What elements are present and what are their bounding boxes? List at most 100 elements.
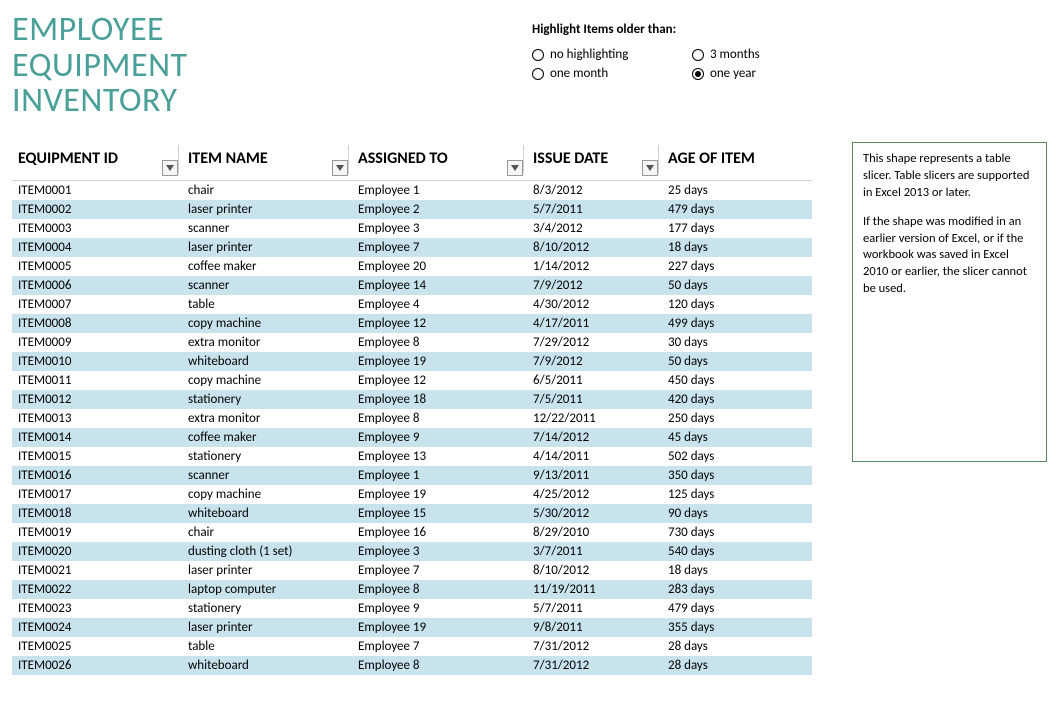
slicer-text-1: This shape represents a table slicer. Ta…	[863, 151, 1036, 202]
cell-name: laser printer	[182, 618, 352, 637]
table-row[interactable]: ITEM0023stationeryEmployee 95/7/2011479 …	[12, 599, 812, 618]
cell-name: whiteboard	[182, 504, 352, 523]
table-row[interactable]: ITEM0007tableEmployee 44/30/2012120 days	[12, 295, 812, 314]
cell-date: 8/3/2012	[527, 181, 662, 201]
cell-age: 502 days	[662, 447, 812, 466]
header-text: ISSUE DATE	[533, 149, 608, 168]
radio-icon	[692, 68, 704, 80]
table-row[interactable]: ITEM0005coffee makerEmployee 201/14/2012…	[12, 257, 812, 276]
cell-name: scanner	[182, 276, 352, 295]
table-row[interactable]: ITEM0022laptop computerEmployee 811/19/2…	[12, 580, 812, 599]
cell-id: ITEM0022	[12, 580, 182, 599]
cell-assigned: Employee 8	[352, 580, 527, 599]
cell-age: 355 days	[662, 618, 812, 637]
cell-date: 4/14/2011	[527, 447, 662, 466]
table-row[interactable]: ITEM0003scannerEmployee 33/4/2012177 day…	[12, 219, 812, 238]
table-row[interactable]: ITEM0001chairEmployee 18/3/201225 days	[12, 181, 812, 201]
inventory-table: EQUIPMENT ID ITEM NAME ASSIGNED TO	[12, 139, 812, 675]
cell-date: 7/31/2012	[527, 637, 662, 656]
table-row[interactable]: ITEM0017copy machineEmployee 194/25/2012…	[12, 485, 812, 504]
cell-date: 7/5/2011	[527, 390, 662, 409]
cell-age: 479 days	[662, 599, 812, 618]
table-row[interactable]: ITEM0026whiteboardEmployee 87/31/201228 …	[12, 656, 812, 675]
filter-button-date[interactable]	[642, 160, 658, 176]
cell-date: 7/31/2012	[527, 656, 662, 675]
table-row[interactable]: ITEM0014coffee makerEmployee 97/14/20124…	[12, 428, 812, 447]
cell-assigned: Employee 3	[352, 219, 527, 238]
cell-age: 50 days	[662, 276, 812, 295]
cell-assigned: Employee 12	[352, 371, 527, 390]
cell-assigned: Employee 1	[352, 466, 527, 485]
cell-age: 120 days	[662, 295, 812, 314]
radio-no-highlighting[interactable]: no highlighting	[532, 47, 682, 62]
cell-date: 4/17/2011	[527, 314, 662, 333]
table-row[interactable]: ITEM0018whiteboardEmployee 155/30/201290…	[12, 504, 812, 523]
radio-one-year[interactable]: one year	[692, 66, 842, 81]
radio-one-month[interactable]: one month	[532, 66, 682, 81]
cell-name: copy machine	[182, 371, 352, 390]
cell-assigned: Employee 7	[352, 561, 527, 580]
title-line-3: INVENTORY	[12, 80, 178, 121]
cell-id: ITEM0006	[12, 276, 182, 295]
cell-name: stationery	[182, 390, 352, 409]
table-row[interactable]: ITEM0016scannerEmployee 19/13/2011350 da…	[12, 466, 812, 485]
header-text: AGE OF ITEM	[668, 149, 755, 168]
col-header-id: EQUIPMENT ID	[12, 139, 182, 181]
cell-name: stationery	[182, 599, 352, 618]
cell-name: laptop computer	[182, 580, 352, 599]
table-row[interactable]: ITEM0004laser printerEmployee 78/10/2012…	[12, 238, 812, 257]
filter-button-name[interactable]	[332, 160, 348, 176]
cell-name: coffee maker	[182, 428, 352, 447]
table-row[interactable]: ITEM0019chairEmployee 168/29/2010730 day…	[12, 523, 812, 542]
cell-date: 4/30/2012	[527, 295, 662, 314]
cell-date: 8/29/2010	[527, 523, 662, 542]
table-row[interactable]: ITEM0024laser printerEmployee 199/8/2011…	[12, 618, 812, 637]
radio-3-months[interactable]: 3 months	[692, 47, 842, 62]
table-row[interactable]: ITEM0010whiteboardEmployee 197/9/201250 …	[12, 352, 812, 371]
filter-button-assigned[interactable]	[507, 160, 523, 176]
cell-age: 28 days	[662, 637, 812, 656]
cell-date: 5/30/2012	[527, 504, 662, 523]
cell-assigned: Employee 2	[352, 200, 527, 219]
radio-label: 3 months	[710, 47, 760, 62]
cell-date: 7/9/2012	[527, 352, 662, 371]
cell-assigned: Employee 7	[352, 238, 527, 257]
highlight-label: Highlight Items older than:	[532, 22, 842, 37]
header-text: EQUIPMENT ID	[18, 149, 118, 168]
cell-assigned: Employee 19	[352, 352, 527, 371]
cell-date: 4/25/2012	[527, 485, 662, 504]
cell-age: 479 days	[662, 200, 812, 219]
radio-label: one year	[710, 66, 756, 81]
table-row[interactable]: ITEM0011copy machineEmployee 126/5/20114…	[12, 371, 812, 390]
table-row[interactable]: ITEM0002laser printerEmployee 25/7/20114…	[12, 200, 812, 219]
table-row[interactable]: ITEM0025tableEmployee 77/31/201228 days	[12, 637, 812, 656]
cell-assigned: Employee 20	[352, 257, 527, 276]
cell-id: ITEM0013	[12, 409, 182, 428]
col-header-name: ITEM NAME	[182, 139, 352, 181]
table-row[interactable]: ITEM0015stationeryEmployee 134/14/201150…	[12, 447, 812, 466]
table-row[interactable]: ITEM0006scannerEmployee 147/9/201250 day…	[12, 276, 812, 295]
cell-name: scanner	[182, 466, 352, 485]
cell-date: 5/7/2011	[527, 599, 662, 618]
cell-id: ITEM0015	[12, 447, 182, 466]
cell-date: 8/10/2012	[527, 561, 662, 580]
cell-age: 350 days	[662, 466, 812, 485]
cell-id: ITEM0024	[12, 618, 182, 637]
header-text: ITEM NAME	[188, 149, 268, 168]
cell-date: 12/22/2011	[527, 409, 662, 428]
cell-id: ITEM0021	[12, 561, 182, 580]
cell-id: ITEM0011	[12, 371, 182, 390]
table-row[interactable]: ITEM0009extra monitorEmployee 87/29/2012…	[12, 333, 812, 352]
filter-button-id[interactable]	[162, 160, 178, 176]
cell-date: 7/9/2012	[527, 276, 662, 295]
cell-age: 227 days	[662, 257, 812, 276]
table-row[interactable]: ITEM0012stationeryEmployee 187/5/2011420…	[12, 390, 812, 409]
cell-id: ITEM0009	[12, 333, 182, 352]
cell-id: ITEM0004	[12, 238, 182, 257]
table-row[interactable]: ITEM0013extra monitorEmployee 812/22/201…	[12, 409, 812, 428]
table-row[interactable]: ITEM0020dusting cloth (1 set)Employee 33…	[12, 542, 812, 561]
table-row[interactable]: ITEM0021laser printerEmployee 78/10/2012…	[12, 561, 812, 580]
cell-assigned: Employee 19	[352, 485, 527, 504]
table-row[interactable]: ITEM0008copy machineEmployee 124/17/2011…	[12, 314, 812, 333]
cell-name: chair	[182, 181, 352, 201]
